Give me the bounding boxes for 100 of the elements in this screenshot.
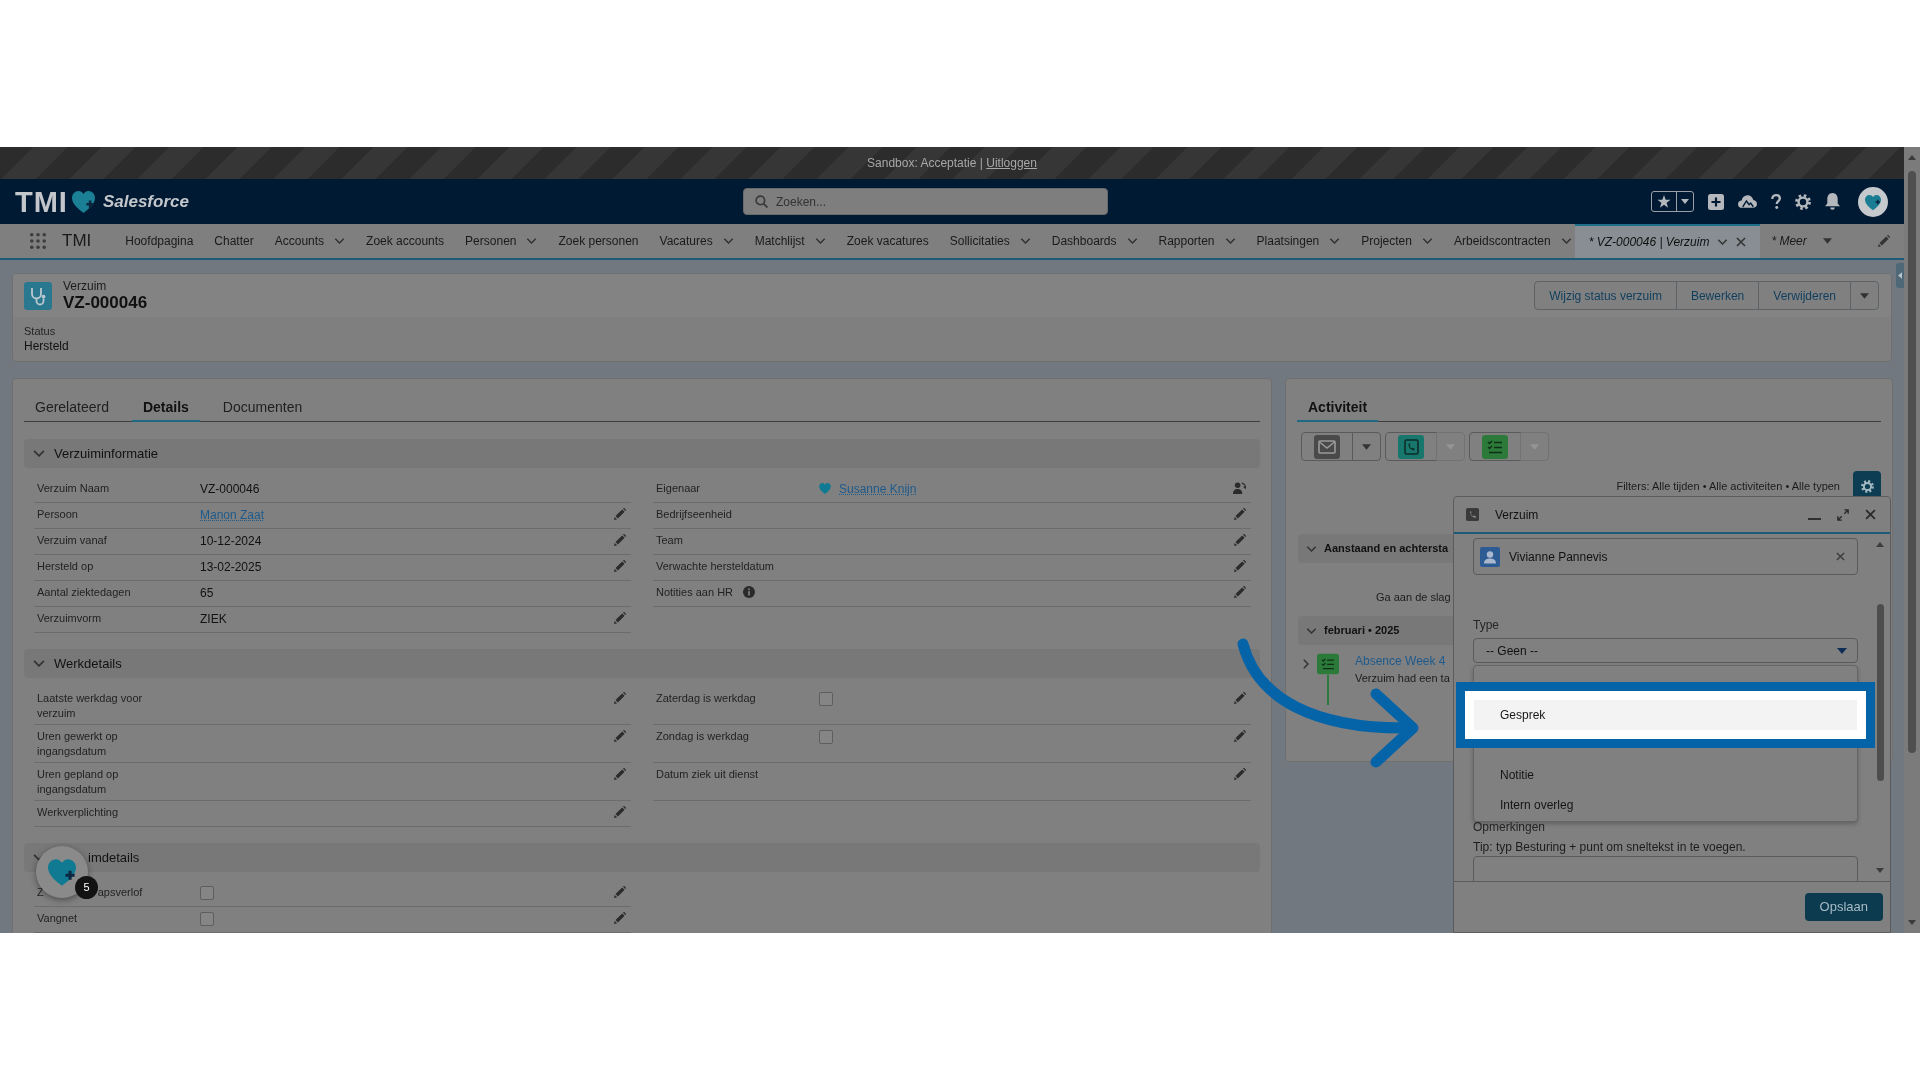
nav-item[interactable]: Dashboards [1051,232,1117,250]
pencil-icon[interactable] [614,612,626,624]
nav-item[interactable]: Arbeidscontracten [1453,232,1551,250]
nav-tab[interactable]: * VZ-000046 | Verzuim [1574,224,1761,258]
chevron-down-icon[interactable] [1306,545,1317,552]
plus-icon[interactable] [1708,193,1724,210]
task-button[interactable] [1469,432,1521,461]
nav-item[interactable]: Zoek accounts [366,232,445,250]
cloud-icon[interactable] [1738,195,1757,208]
dropdown-option[interactable]: Intern overleg [1474,790,1857,820]
checkbox[interactable] [819,730,833,744]
nav-item[interactable]: Accounts [274,232,325,250]
nav-item[interactable]: Hoofdpagina [125,232,194,250]
nav-item[interactable]: Chatter [214,232,254,250]
checkbox[interactable] [819,692,833,706]
pencil-icon[interactable] [614,730,626,742]
type-select[interactable]: -- Geen -- [1473,638,1858,663]
chevron-right-icon[interactable] [1303,659,1309,669]
pencil-icon[interactable] [1234,692,1246,704]
dropdown-option[interactable]: Notitie [1474,760,1857,790]
pencil-icon[interactable] [1234,534,1246,546]
utility-toggle-button[interactable] [1896,263,1904,288]
email-button[interactable] [1301,432,1353,461]
nav-item[interactable]: Vacatures [659,232,713,250]
caret-down-icon[interactable] [1681,199,1689,204]
filter-settings-button[interactable] [1853,471,1881,497]
nav-item[interactable]: Sollicitaties [949,232,1010,250]
checkbox[interactable] [200,912,214,926]
nav-item[interactable]: Zoek personen [558,232,639,250]
scroll-down-icon[interactable] [1908,920,1916,925]
pencil-icon[interactable] [614,560,626,572]
dropdown-option[interactable]: Gesprek [1474,700,1857,730]
pencil-icon[interactable] [1234,730,1246,742]
chevron-down-icon[interactable] [1224,238,1236,244]
close-icon[interactable] [1865,509,1876,520]
pencil-icon[interactable] [1234,508,1246,520]
nav-item[interactable]: Personen [465,232,517,250]
contact-field[interactable]: Vivianne Pannevis [1473,538,1858,575]
group-header[interactable]: februari • 2025 [1298,616,1455,645]
help-icon[interactable] [1771,194,1781,209]
pencil-icon[interactable] [614,806,626,818]
nav-item[interactable]: Matchlijst [754,232,805,250]
scroll-up-icon[interactable] [1876,542,1884,547]
close-icon[interactable] [1736,237,1747,247]
nav-item[interactable]: Projecten [1361,232,1412,250]
nav-item[interactable]: * Meer [1771,232,1807,250]
checkbox[interactable] [200,886,214,900]
chevron-down-icon[interactable] [334,238,346,244]
chevron-down-icon[interactable] [33,660,45,667]
logout-link[interactable]: Uitloggen [986,156,1037,170]
chevron-down-icon[interactable] [1126,238,1138,244]
nav-item[interactable]: Rapporten [1158,232,1215,250]
user-swap-icon[interactable] [1233,482,1246,495]
group-header[interactable]: Aanstaand en achtersta [1298,534,1455,563]
chevron-down-icon[interactable] [1329,238,1341,244]
chevron-down-icon[interactable] [1560,238,1572,244]
chevron-down-icon[interactable] [526,238,538,244]
info-icon[interactable] [743,586,756,598]
call-log-button[interactable] [1385,432,1437,461]
section-header[interactable]: Werkdetails [24,649,1260,678]
tab[interactable]: Gerelateerd [24,394,120,422]
tab[interactable]: Details [131,394,200,422]
pencil-icon[interactable] [614,886,626,898]
action-button[interactable]: Bewerken [1675,281,1760,310]
pencil-icon[interactable] [614,692,626,704]
grid-icon[interactable] [30,233,46,249]
section-header[interactable]: Verzuiminformatie [24,439,1260,468]
star-icon[interactable] [1657,195,1671,208]
pencil-icon[interactable] [614,534,626,546]
pencil-icon[interactable] [614,912,626,924]
scroll-up-icon[interactable] [1908,155,1916,160]
notification-bell-icon[interactable] [1825,193,1840,210]
chevron-down-icon[interactable] [1717,239,1729,245]
save-button[interactable]: Opslaan [1804,893,1883,921]
more-actions-button[interactable] [1850,281,1879,310]
scrollbar-thumb[interactable] [1877,604,1884,781]
pencil-icon[interactable] [614,768,626,780]
tab[interactable]: Activiteit [1297,394,1379,422]
nav-item[interactable]: Zoek vacatures [846,232,929,250]
favorites-button[interactable] [1651,191,1694,212]
action-button[interactable]: Wijzig status verzuim [1534,281,1677,310]
chevron-down-icon[interactable] [1306,627,1317,634]
pencil-icon[interactable] [1234,560,1246,572]
scrollbar-thumb[interactable] [1908,171,1916,753]
close-icon[interactable] [1836,552,1845,561]
pencil-icon[interactable] [614,508,626,520]
action-button[interactable]: Verwijderen [1758,281,1851,310]
chevron-down-icon[interactable] [33,450,45,457]
tab[interactable]: Documenten [211,394,314,422]
chevron-down-icon[interactable] [722,238,734,244]
pencil-icon[interactable] [1878,235,1890,247]
section-header[interactable]: imdetails [24,843,1260,872]
minimize-icon[interactable] [1808,517,1821,520]
pencil-icon[interactable] [1234,768,1246,780]
search-field[interactable]: Zoeken... [743,188,1108,215]
pencil-icon[interactable] [1234,586,1246,598]
nav-item[interactable]: Plaatsingen [1256,232,1320,250]
settings-icon[interactable] [1795,193,1811,210]
avatar-icon[interactable] [1858,186,1888,217]
chevron-down-icon[interactable] [1019,238,1031,244]
